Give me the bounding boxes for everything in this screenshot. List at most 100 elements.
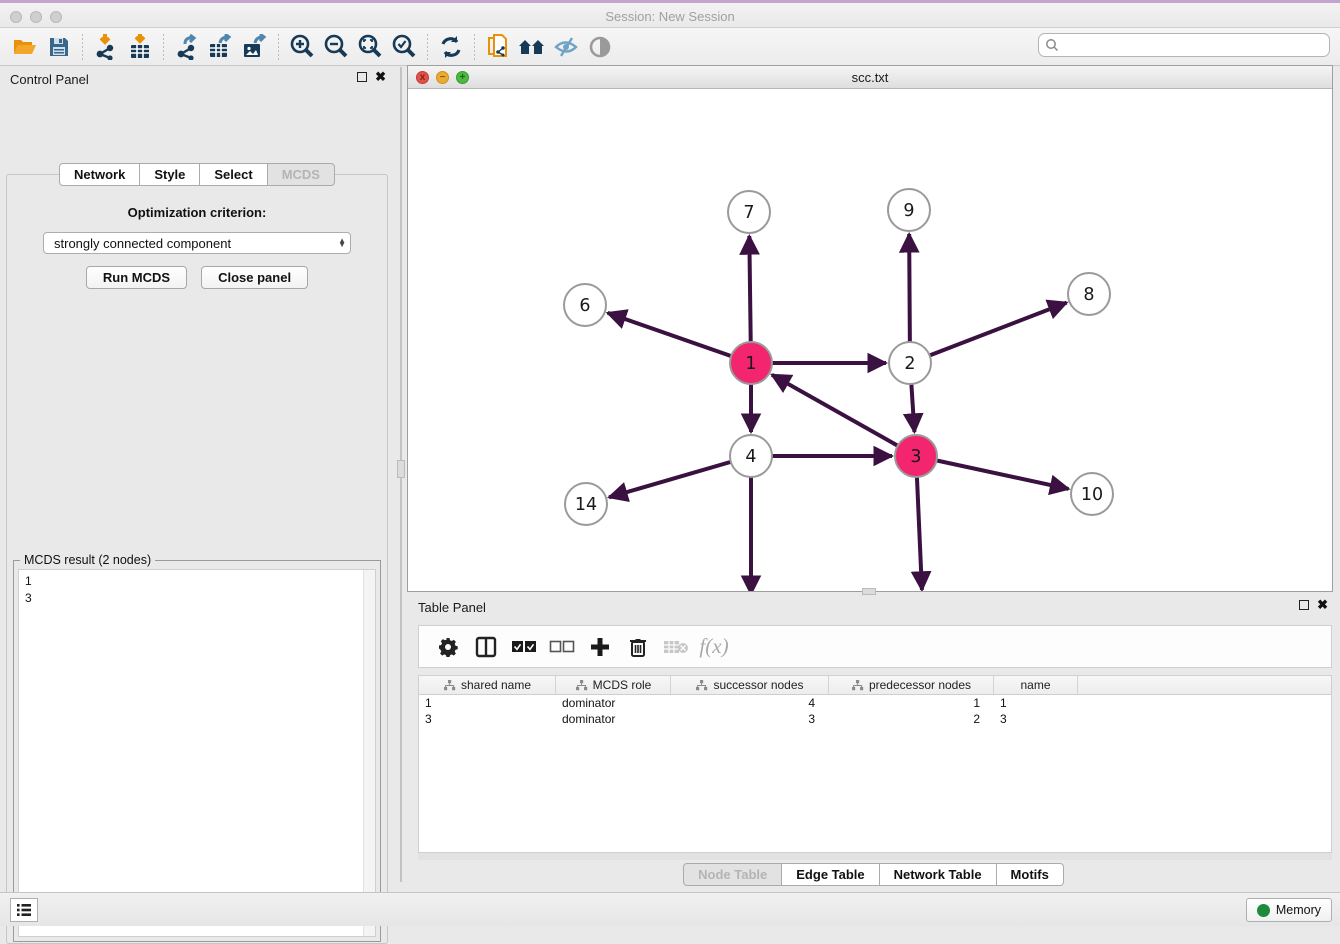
cell-shared-name[interactable]: 3 xyxy=(419,712,556,726)
show-all-icon[interactable] xyxy=(583,32,617,62)
table-panel: Table Panel ✖ f(x) shared xyxy=(407,595,1340,890)
edge-3-1[interactable] xyxy=(772,375,916,456)
task-history-button[interactable] xyxy=(10,898,38,922)
cell-MCDS-role[interactable]: dominator xyxy=(556,696,671,710)
tab-edge-table[interactable]: Edge Table xyxy=(781,863,879,886)
add-column-icon[interactable] xyxy=(581,637,619,657)
mcds-result-text[interactable]: 1 3 xyxy=(18,569,376,937)
control-panel-title: Control Panel xyxy=(10,72,89,87)
tab-network[interactable]: Network xyxy=(59,163,140,186)
delete-column-icon[interactable] xyxy=(619,636,657,658)
node-1[interactable]: 1 xyxy=(730,342,772,384)
dropdown-stepper-icon: ▲▼ xyxy=(338,239,346,247)
zoom-out-icon[interactable] xyxy=(319,32,353,62)
table-row[interactable]: 3dominator323 xyxy=(419,711,1331,727)
export-network-icon[interactable] xyxy=(170,32,204,62)
column-header-name[interactable]: name xyxy=(994,676,1078,694)
memory-button[interactable]: Memory xyxy=(1246,898,1332,922)
memory-status-icon xyxy=(1257,904,1270,917)
edge-1-6[interactable] xyxy=(608,313,751,363)
refresh-layout-icon[interactable] xyxy=(434,32,468,62)
table-scrollbar[interactable] xyxy=(418,853,1332,860)
tab-network-table[interactable]: Network Table xyxy=(879,863,997,886)
run-mcds-button[interactable]: Run MCDS xyxy=(86,266,187,289)
svg-text:6: 6 xyxy=(579,296,590,316)
split-columns-icon[interactable] xyxy=(467,636,505,658)
window-titlebar: Session: New Session xyxy=(0,0,1340,28)
tab-node-table[interactable]: Node Table xyxy=(683,863,782,886)
clone-network-icon[interactable] xyxy=(481,32,515,62)
column-type-icon xyxy=(851,680,864,691)
close-panel-icon[interactable]: ✖ xyxy=(375,72,386,82)
table-tabs: Node TableEdge TableNetwork TableMotifs xyxy=(407,863,1340,886)
table-row[interactable]: 1dominator411 xyxy=(419,695,1331,711)
vertical-splitter-grip[interactable] xyxy=(397,460,405,478)
criterion-dropdown[interactable]: strongly connected component ▲▼ xyxy=(43,232,351,254)
gear-icon[interactable] xyxy=(429,637,467,657)
cell-successor-nodes[interactable]: 4 xyxy=(671,696,829,710)
table-header-row: shared nameMCDS rolesuccessor nodesprede… xyxy=(419,676,1331,695)
search-field[interactable] xyxy=(1038,33,1330,57)
column-header-MCDS-role[interactable]: MCDS role xyxy=(556,676,671,694)
svg-text:10: 10 xyxy=(1081,485,1103,505)
cell-shared-name[interactable]: 1 xyxy=(419,696,556,710)
hide-selected-icon[interactable] xyxy=(549,32,583,62)
tab-motifs[interactable]: Motifs xyxy=(996,863,1064,886)
node-8[interactable]: 8 xyxy=(1068,273,1110,315)
cell-name[interactable]: 1 xyxy=(994,696,1078,710)
unselect-all-columns-icon[interactable] xyxy=(543,640,581,653)
node-10[interactable]: 10 xyxy=(1071,473,1113,515)
cell-predecessor-nodes[interactable]: 1 xyxy=(829,696,994,710)
network-canvas[interactable]: 7968124314101511 xyxy=(408,89,1332,591)
network-graph[interactable]: 7968124314101511 xyxy=(408,89,1332,591)
save-session-icon[interactable] xyxy=(42,32,76,62)
edge-4-14[interactable] xyxy=(609,456,751,497)
search-icon xyxy=(1045,38,1059,52)
import-table-icon[interactable] xyxy=(123,32,157,62)
cell-MCDS-role[interactable]: dominator xyxy=(556,712,671,726)
first-neighbors-icon[interactable] xyxy=(515,32,549,62)
tab-select[interactable]: Select xyxy=(199,163,267,186)
cell-name[interactable]: 3 xyxy=(994,712,1078,726)
cell-predecessor-nodes[interactable]: 2 xyxy=(829,712,994,726)
column-header-predecessor-nodes[interactable]: predecessor nodes xyxy=(829,676,994,694)
node-3[interactable]: 3 xyxy=(895,435,937,477)
node-2[interactable]: 2 xyxy=(889,342,931,384)
node-4[interactable]: 4 xyxy=(730,435,772,477)
tab-mcds[interactable]: MCDS xyxy=(267,163,335,186)
zoom-selected-icon[interactable] xyxy=(387,32,421,62)
column-header-successor-nodes[interactable]: successor nodes xyxy=(671,676,829,694)
node-7[interactable]: 7 xyxy=(728,191,770,233)
node-table[interactable]: shared nameMCDS rolesuccessor nodesprede… xyxy=(418,675,1332,853)
column-header-shared-name[interactable]: shared name xyxy=(419,676,556,694)
svg-text:9: 9 xyxy=(903,201,914,221)
network-window-titlebar[interactable]: x − + scc.txt xyxy=(408,66,1332,89)
tab-style[interactable]: Style xyxy=(139,163,200,186)
network-window-title: scc.txt xyxy=(408,70,1332,85)
node-14[interactable]: 14 xyxy=(565,483,607,525)
select-all-columns-icon[interactable] xyxy=(505,640,543,653)
optimization-criterion-label: Optimization criterion: xyxy=(7,205,387,220)
float-table-panel-icon[interactable] xyxy=(1299,600,1309,610)
zoom-in-icon[interactable] xyxy=(285,32,319,62)
edge-3-10[interactable] xyxy=(916,456,1069,489)
close-panel-button[interactable]: Close panel xyxy=(201,266,308,289)
node-9[interactable]: 9 xyxy=(888,189,930,231)
close-table-panel-icon[interactable]: ✖ xyxy=(1317,600,1328,610)
float-panel-icon[interactable] xyxy=(357,72,367,82)
import-network-icon[interactable] xyxy=(89,32,123,62)
table-panel-title: Table Panel xyxy=(418,600,486,615)
open-file-icon[interactable] xyxy=(8,32,42,62)
function-builder-icon: f(x) xyxy=(695,634,733,659)
export-table-icon[interactable] xyxy=(204,32,238,62)
column-type-icon xyxy=(575,680,588,691)
cell-successor-nodes[interactable]: 3 xyxy=(671,712,829,726)
list-icon xyxy=(16,903,32,917)
result-scrollbar[interactable] xyxy=(363,570,375,936)
edge-2-8[interactable] xyxy=(910,303,1067,363)
search-input[interactable] xyxy=(1063,38,1329,52)
zoom-fit-icon[interactable] xyxy=(353,32,387,62)
horizontal-splitter-grip[interactable] xyxy=(862,588,876,595)
node-6[interactable]: 6 xyxy=(564,284,606,326)
export-image-icon[interactable] xyxy=(238,32,272,62)
